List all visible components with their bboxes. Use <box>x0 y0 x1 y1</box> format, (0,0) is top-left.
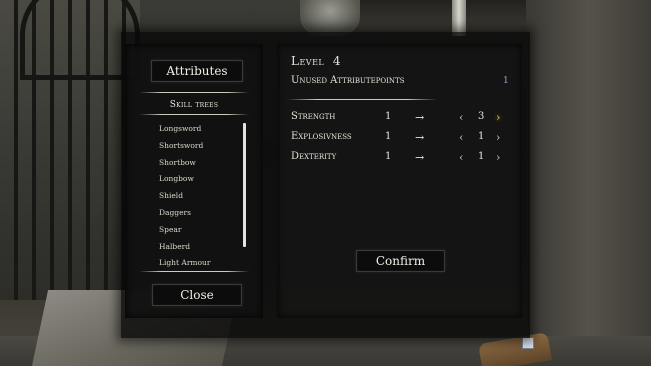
unused-points-value: 1 <box>503 76 509 86</box>
divider <box>139 92 249 93</box>
decrease-arrow-icon[interactable]: ‹ <box>459 151 463 164</box>
pillar <box>452 0 466 36</box>
level-indicator: Level 4 <box>291 54 341 68</box>
attribute-name: Explosivness <box>291 131 352 142</box>
unused-points-label: Unused Attributepoints <box>291 75 405 86</box>
attribute-name: Strength <box>291 111 336 122</box>
decrease-arrow-icon[interactable]: ‹ <box>459 111 463 124</box>
increase-arrow-icon[interactable]: › <box>496 111 500 124</box>
skill-tree-list: Longsword Shortsword Shortbow Longbow Sh… <box>159 124 210 275</box>
skill-list-scrollbar[interactable] <box>243 123 246 247</box>
divider <box>139 114 249 115</box>
attribute-row-strength: Strength 1 → ‹ 3 › <box>291 111 516 125</box>
right-arrow-icon: → <box>415 111 425 124</box>
attribute-current: 1 <box>385 151 392 162</box>
attribute-row-explosivness: Explosivness 1 → ‹ 1 › <box>291 131 516 145</box>
skill-item-longsword[interactable]: Longsword <box>159 124 210 141</box>
skill-item-shortsword[interactable]: Shortsword <box>159 141 210 158</box>
attributes-panel: Level 4 Unused Attributepoints 1 Strengt… <box>277 44 522 318</box>
skill-item-light-armour[interactable]: Light Armour <box>159 258 210 275</box>
stone-wall <box>526 0 651 366</box>
attribute-name: Dexterity <box>291 151 337 162</box>
divider <box>139 271 249 272</box>
skill-item-spear[interactable]: Spear <box>159 225 210 242</box>
attribute-row-dexterity: Dexterity 1 → ‹ 1 › <box>291 151 516 165</box>
skill-item-daggers[interactable]: Daggers <box>159 208 210 225</box>
skill-item-halberd[interactable]: Halberd <box>159 242 210 259</box>
character-menu: Attributes Skill trees Longsword Shortsw… <box>121 32 530 338</box>
close-button[interactable]: Close <box>152 284 242 306</box>
level-value: 4 <box>332 54 342 68</box>
skill-item-longbow[interactable]: Longbow <box>159 174 210 191</box>
attribute-new-value: 1 <box>478 151 485 162</box>
right-arrow-icon: → <box>415 131 425 144</box>
statue <box>300 0 360 36</box>
attribute-current: 1 <box>385 131 392 142</box>
scene-marker-icon <box>522 337 534 349</box>
increase-arrow-icon[interactable]: › <box>496 151 500 164</box>
attributes-button[interactable]: Attributes <box>151 60 243 82</box>
divider <box>287 99 437 100</box>
increase-arrow-icon[interactable]: › <box>496 131 500 144</box>
skill-item-shield[interactable]: Shield <box>159 191 210 208</box>
left-panel: Attributes Skill trees Longsword Shortsw… <box>125 44 263 318</box>
attribute-current: 1 <box>385 111 392 122</box>
confirm-button[interactable]: Confirm <box>356 250 445 272</box>
attribute-new-value: 1 <box>478 131 485 142</box>
attribute-new-value: 3 <box>478 111 485 122</box>
level-label: Level <box>291 54 325 68</box>
right-arrow-icon: → <box>415 151 425 164</box>
skill-trees-title: Skill trees <box>169 100 219 110</box>
skill-item-shortbow[interactable]: Shortbow <box>159 158 210 175</box>
decrease-arrow-icon[interactable]: ‹ <box>459 131 463 144</box>
